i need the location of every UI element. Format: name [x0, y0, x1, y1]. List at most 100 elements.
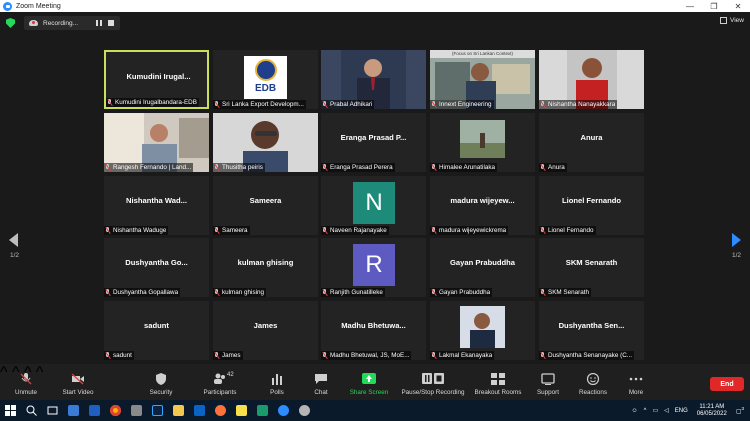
participant-name: Lionel Fernando — [548, 227, 594, 234]
volume-icon[interactable]: ◁ — [664, 407, 669, 414]
zoom-taskbar-icon[interactable] — [273, 400, 294, 421]
participant-tile[interactable]: Dushyantha Go... Dushyantha Gopallawa — [104, 238, 209, 297]
photoshop-icon[interactable] — [147, 400, 168, 421]
breakout-rooms-button[interactable]: Breakout Rooms — [472, 364, 524, 400]
people-icon[interactable]: ☺ — [632, 408, 638, 414]
reactions-label: Reactions — [578, 389, 607, 396]
end-meeting-button[interactable]: End — [710, 377, 744, 391]
support-button[interactable]: Support — [532, 364, 564, 400]
muted-mic-icon — [322, 101, 327, 108]
start-video-button[interactable]: Start Video — [56, 364, 100, 400]
security-shield-icon[interactable] — [6, 18, 15, 28]
outlook-icon[interactable] — [189, 400, 210, 421]
participant-tile[interactable]: N Naveen Rajanayake — [321, 176, 426, 235]
clock[interactable]: 11:21 AM 06/05/2022 — [697, 404, 727, 418]
participant-name: Anura — [548, 164, 565, 171]
pause-stop-recording-button[interactable]: Pause/Stop Recording — [400, 364, 466, 400]
participant-tile[interactable]: madura wijeyew... madura wijeyewickrema — [430, 176, 535, 235]
polls-button[interactable]: Polls — [262, 364, 292, 400]
participant-tile[interactable]: EDB Sri Lanka Export Developm... — [213, 50, 318, 109]
window-title: Zoom Meeting — [16, 2, 61, 10]
maximize-button[interactable]: ❐ — [702, 0, 726, 12]
minimize-button[interactable]: — — [678, 0, 702, 12]
muted-mic-icon — [431, 352, 436, 359]
audio-options-chevron-icon[interactable]: ^ — [0, 364, 8, 381]
firefox-icon[interactable] — [210, 400, 231, 421]
participant-tile[interactable]: kulman ghising kulman ghising — [213, 238, 318, 297]
reactions-icon — [586, 373, 600, 385]
vpn-app-icon[interactable] — [63, 400, 84, 421]
camtasia-icon[interactable] — [252, 400, 273, 421]
participant-tile[interactable]: Rangesh Fernando | Land... — [104, 113, 209, 172]
chrome-icon[interactable] — [105, 400, 126, 421]
participant-name-label: Himalee Arunatilaka — [430, 163, 498, 172]
language-indicator[interactable]: ENG — [675, 408, 688, 414]
share-screen-button[interactable]: Share Screen — [348, 364, 390, 400]
participants-icon — [214, 373, 225, 384]
muted-mic-icon — [105, 352, 110, 359]
participant-tile[interactable]: Anura Anura — [539, 113, 644, 172]
participants-button[interactable]: Participants — [198, 364, 242, 400]
participant-name-label: Gayan Prabuddha — [430, 288, 493, 297]
participant-tile[interactable]: Thusitha peiris — [213, 113, 318, 172]
onedrive-icon[interactable] — [84, 400, 105, 421]
pause-stop-icon — [422, 373, 444, 384]
cloud-recording-icon — [29, 20, 38, 26]
participant-tile[interactable]: Dushyantha Sen... Dushyantha Senanayake (… — [539, 301, 644, 360]
app-swirl-icon[interactable] — [294, 400, 315, 421]
participant-tile[interactable]: Gayan Prabuddha Gayan Prabuddha — [430, 238, 535, 297]
pause-recording-icon[interactable] — [96, 20, 102, 26]
participant-display-name: Lionel Fernando — [561, 196, 622, 205]
participant-tile[interactable]: sadunt sadunt — [104, 301, 209, 360]
participant-tile[interactable]: Nishantha Wad... Nishantha Waduge — [104, 176, 209, 235]
muted-mic-icon — [20, 373, 32, 385]
next-page-arrow-icon[interactable] — [732, 233, 741, 247]
participant-tile[interactable]: SKM Senarath SKM Senarath — [539, 238, 644, 297]
search-icon[interactable] — [21, 400, 42, 421]
unmute-button[interactable]: Unmute — [8, 364, 44, 400]
participant-name: Dushyantha Senanayake (C... — [548, 352, 633, 359]
participant-display-name: Anura — [580, 133, 603, 142]
previous-page-arrow-icon[interactable] — [9, 233, 18, 247]
participant-name: Dushyantha Gopallawa — [113, 289, 179, 296]
network-icon[interactable]: ▭ — [652, 407, 658, 414]
unmute-label: Unmute — [14, 389, 38, 396]
close-button[interactable]: ✕ — [726, 0, 750, 12]
participant-name: Prabal Adhikari — [330, 101, 373, 108]
participant-tile[interactable]: R Ranjith Gunatilleke — [321, 238, 426, 297]
participant-tile[interactable]: Sameera Sameera — [213, 176, 318, 235]
participant-tile[interactable]: Lionel Fernando Lionel Fernando — [539, 176, 644, 235]
notifications-icon[interactable]: ▢3 — [736, 406, 744, 415]
participant-tile[interactable]: Kumudini Irugal... Kumudini Irugalbandara… — [104, 50, 209, 109]
participant-name-label: James — [213, 351, 243, 360]
task-view-icon[interactable] — [42, 400, 63, 421]
file-explorer-icon[interactable] — [168, 400, 189, 421]
participant-tile[interactable]: Prabal Adhikari — [321, 50, 426, 109]
view-button[interactable]: View — [720, 17, 744, 24]
participant-name: SKM Senarath — [548, 289, 589, 296]
participant-tile[interactable]: Himalee Arunatilaka — [430, 113, 535, 172]
participant-tile[interactable]: (Focus on Sri Lankan Context) Innext Engi… — [430, 50, 535, 109]
participant-display-name: SKM Senarath — [565, 258, 618, 267]
participant-tile[interactable]: Nishantha Nanayakkara — [539, 50, 644, 109]
more-button[interactable]: More — [622, 364, 650, 400]
participant-name-label: madura wijeyewickrema — [430, 226, 509, 235]
participant-tile[interactable]: James James — [213, 301, 318, 360]
participant-tile[interactable]: Eranga Prasad P... Eranga Prasad Perera — [321, 113, 426, 172]
sticky-notes-icon[interactable] — [231, 400, 252, 421]
participant-name: Sameera — [222, 227, 248, 234]
reactions-button[interactable]: Reactions — [576, 364, 610, 400]
stop-recording-icon[interactable] — [108, 20, 114, 26]
chat-button[interactable]: Chat — [306, 364, 336, 400]
security-button[interactable]: Security — [144, 364, 178, 400]
participant-name: James — [222, 352, 241, 359]
app-icon[interactable] — [126, 400, 147, 421]
participant-tile[interactable]: Madhu Bhetuwa... Madhu Bhetuwal, JS, MoE.… — [321, 301, 426, 360]
participant-name-label: Anura — [539, 163, 567, 172]
participant-name-label: Thusitha peiris — [213, 163, 265, 172]
windows-start-icon[interactable] — [0, 400, 21, 421]
participant-display-name: Nishantha Wad... — [126, 196, 187, 205]
tray-overflow-chevron-icon[interactable]: ^ — [644, 408, 647, 414]
meeting-toolbar: Unmute ^ Start Video ^ Security Particip… — [0, 364, 750, 400]
participant-tile[interactable]: Lakmal Ekanayaka — [430, 301, 535, 360]
